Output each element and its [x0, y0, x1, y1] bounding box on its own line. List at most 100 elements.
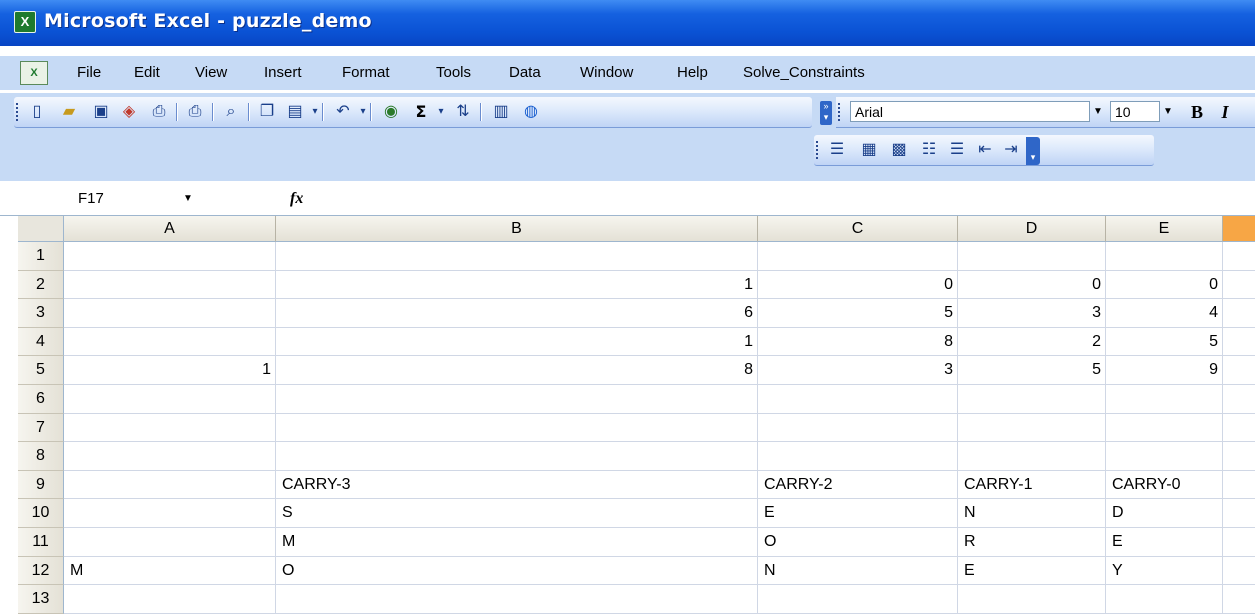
toolbar-grip[interactable]	[16, 103, 21, 121]
cell-e8[interactable]	[1106, 442, 1223, 471]
cell-c2[interactable]: 0	[758, 270, 958, 300]
row-header-9[interactable]: 9	[18, 470, 64, 500]
cell-f9[interactable]	[1223, 471, 1255, 500]
cell-d4[interactable]: 2	[958, 327, 1106, 357]
cell-b9[interactable]: CARRY-3	[276, 470, 758, 500]
cell-f2[interactable]	[1223, 271, 1255, 300]
cell-c10[interactable]: E	[758, 499, 958, 528]
row-header-8[interactable]: 8	[18, 442, 64, 471]
cell-a5[interactable]: 1	[64, 356, 276, 385]
toolbar-options-icon[interactable]: ▾	[1026, 137, 1040, 165]
cell-f12[interactable]	[1223, 557, 1255, 586]
menu-help[interactable]: Help	[677, 64, 708, 81]
cell-a6[interactable]	[64, 385, 276, 414]
menu-edit[interactable]: Edit	[134, 64, 160, 81]
autosum-icon[interactable]: Σ	[410, 101, 432, 123]
row-header-11[interactable]: 11	[18, 528, 64, 557]
print-icon[interactable]: ⎙	[184, 101, 206, 123]
bullet-list-icon[interactable]: ☰	[946, 139, 968, 161]
font-name-dropdown-icon[interactable]: ▼	[1090, 101, 1106, 122]
cell-d13[interactable]	[958, 585, 1106, 614]
merge-icon[interactable]: ▦	[858, 139, 880, 161]
undo-icon[interactable]: ↶	[332, 101, 354, 123]
menu-insert[interactable]: Insert	[264, 64, 302, 81]
cell-f10[interactable]	[1223, 499, 1255, 528]
cell-f4[interactable]	[1223, 328, 1255, 357]
align-justify-icon[interactable]: ☰	[826, 139, 848, 161]
cell-d10[interactable]: N	[958, 499, 1106, 528]
cell-c1[interactable]	[758, 242, 958, 271]
bold-button[interactable]: B	[1186, 101, 1208, 123]
cell-e11[interactable]: E	[1106, 528, 1223, 557]
cell-c11[interactable]: O	[758, 528, 958, 557]
cell-d8[interactable]	[958, 442, 1106, 471]
cell-b12[interactable]: O	[276, 556, 758, 586]
menu-format[interactable]: Format	[342, 64, 390, 81]
research-icon[interactable]: ⌕	[220, 101, 242, 123]
cell-e1[interactable]	[1106, 242, 1223, 271]
cell-e3[interactable]: 4	[1106, 299, 1223, 328]
cell-d12[interactable]: E	[958, 556, 1106, 586]
chart-icon[interactable]: ▥	[490, 101, 512, 123]
toolbar-options-icon[interactable]: » ▾	[820, 101, 832, 125]
cell-f8[interactable]	[1223, 442, 1255, 471]
cell-f13[interactable]	[1223, 585, 1255, 614]
increase-indent-icon[interactable]: ⇥	[1000, 139, 1022, 161]
cell-f5[interactable]	[1223, 356, 1255, 385]
excel-icon[interactable]: X	[14, 11, 36, 33]
column-header-c[interactable]: C	[758, 216, 958, 242]
cell-d6[interactable]	[958, 385, 1106, 414]
menu-view[interactable]: View	[195, 64, 227, 81]
row-header-3[interactable]: 3	[18, 299, 64, 328]
name-box-dropdown-icon[interactable]: ▼	[180, 187, 196, 211]
cell-c8[interactable]	[758, 442, 958, 471]
cell-e10[interactable]: D	[1106, 499, 1223, 528]
cell-b1[interactable]	[276, 242, 758, 271]
cell-b3[interactable]: 6	[276, 299, 758, 328]
cell-c5[interactable]: 3	[758, 356, 958, 385]
cell-e2[interactable]: 0	[1106, 270, 1223, 300]
cell-a10[interactable]	[64, 499, 276, 528]
column-header-d[interactable]: D	[958, 216, 1106, 242]
font-size-select[interactable]: 10	[1110, 101, 1160, 122]
row-header-7[interactable]: 7	[18, 413, 64, 443]
select-all-button[interactable]	[18, 216, 64, 242]
cell-d5[interactable]: 5	[958, 356, 1106, 385]
cell-a4[interactable]	[64, 327, 276, 357]
cell-b6[interactable]	[276, 385, 758, 414]
numbered-list-icon[interactable]: ☷	[918, 139, 940, 161]
column-header-e[interactable]: E	[1106, 216, 1223, 242]
hyperlink-icon[interactable]: ◉	[380, 101, 402, 123]
cell-a3[interactable]	[64, 299, 276, 328]
column-header-f[interactable]	[1223, 216, 1255, 242]
cell-f3[interactable]	[1223, 299, 1255, 328]
cell-c3[interactable]: 5	[758, 299, 958, 328]
formula-input[interactable]	[320, 187, 1240, 211]
cell-a11[interactable]	[64, 528, 276, 557]
menu-window[interactable]: Window	[580, 64, 633, 81]
cell-e6[interactable]	[1106, 385, 1223, 414]
cell-d11[interactable]: R	[958, 528, 1106, 557]
cell-b4[interactable]: 1	[276, 327, 758, 357]
cell-e13[interactable]	[1106, 585, 1223, 614]
sort-ascending-icon[interactable]: ⇅	[452, 101, 474, 123]
cell-e4[interactable]: 5	[1106, 327, 1223, 357]
merge-center-icon[interactable]: ▩	[888, 139, 910, 161]
cell-c12[interactable]: N	[758, 556, 958, 586]
column-header-a[interactable]: A	[64, 216, 276, 242]
cell-e9[interactable]: CARRY-0	[1106, 470, 1223, 500]
cell-e5[interactable]: 9	[1106, 356, 1223, 385]
insert-function-icon[interactable]: fx	[290, 190, 303, 208]
cell-b11[interactable]: M	[276, 528, 758, 557]
cell-a8[interactable]	[64, 442, 276, 471]
cell-c9[interactable]: CARRY-2	[758, 470, 958, 500]
cell-a1[interactable]	[64, 242, 276, 271]
cell-f11[interactable]	[1223, 528, 1255, 557]
toolbar-grip[interactable]	[816, 141, 821, 159]
cell-a13[interactable]	[64, 585, 276, 614]
row-header-13[interactable]: 13	[18, 585, 64, 614]
column-header-b[interactable]: B	[276, 216, 758, 242]
cell-b2[interactable]: 1	[276, 270, 758, 300]
cell-b10[interactable]: S	[276, 499, 758, 528]
workbook-menu-icon[interactable]: X	[20, 61, 48, 85]
